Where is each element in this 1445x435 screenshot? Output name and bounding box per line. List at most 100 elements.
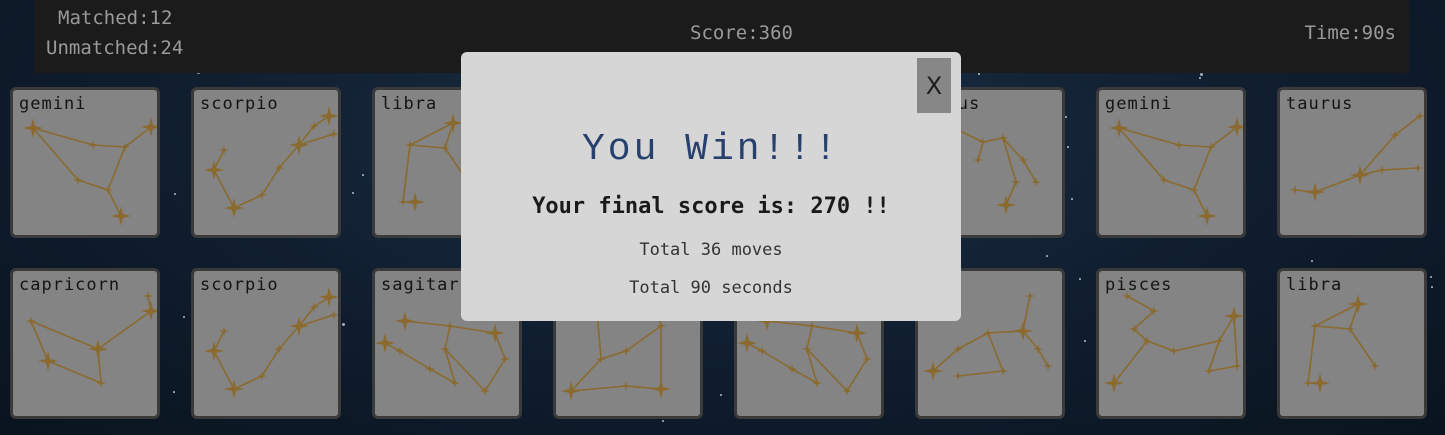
constellation-line xyxy=(1193,189,1208,217)
background-star xyxy=(352,192,354,194)
constellation-star xyxy=(1370,361,1380,371)
constellation-line xyxy=(107,146,126,191)
constellation-star xyxy=(621,346,631,356)
constellation-line xyxy=(77,179,109,191)
constellation-line xyxy=(261,348,280,377)
constellation-star xyxy=(395,346,405,356)
constellation-line xyxy=(625,325,662,352)
time-display: Time:90s xyxy=(1304,22,1396,44)
win-title: You Win!!! xyxy=(581,128,841,171)
zodiac-card[interactable]: capricorn xyxy=(10,268,160,419)
constellation-star xyxy=(1310,321,1320,331)
total-moves-text: Total 36 moves xyxy=(639,240,783,260)
constellation-star xyxy=(445,321,455,331)
constellation-line xyxy=(1133,310,1155,330)
card-label: capricorn xyxy=(19,275,121,295)
constellation-line xyxy=(484,358,506,392)
constellation-star xyxy=(996,195,1016,215)
constellation-star xyxy=(111,206,131,226)
constellation-line xyxy=(409,144,446,149)
constellation-line xyxy=(1163,179,1195,191)
constellation-line xyxy=(1210,126,1238,148)
constellation-line xyxy=(32,127,79,181)
background-star xyxy=(978,73,980,75)
final-score-text: Your final score is: 270 !! xyxy=(532,194,890,219)
constellation-line xyxy=(444,325,451,350)
constellation-line xyxy=(570,358,602,392)
score-display: Score:360 xyxy=(690,22,793,44)
zodiac-card[interactable]: gemini xyxy=(1096,87,1246,238)
constellation-star xyxy=(319,287,338,307)
constellation-line xyxy=(932,348,959,372)
constellation-star xyxy=(141,117,157,137)
constellation-line xyxy=(399,350,431,370)
constellation-line xyxy=(1394,115,1421,136)
background-star xyxy=(1199,77,1201,79)
constellation-star xyxy=(847,323,867,343)
constellation-line xyxy=(957,129,984,143)
zodiac-card[interactable]: scorpio xyxy=(191,268,341,419)
constellation-star xyxy=(425,364,435,374)
constellation-line xyxy=(977,141,984,161)
constellation-line xyxy=(107,189,122,217)
constellation-line xyxy=(213,350,235,390)
constellation-star xyxy=(26,316,36,326)
constellation-star xyxy=(1031,177,1041,187)
constellation-star xyxy=(1197,206,1217,226)
constellation-line xyxy=(1126,295,1155,312)
card-label: taurus xyxy=(1286,94,1354,114)
zodiac-card[interactable]: scorpio xyxy=(191,87,341,238)
constellation-star xyxy=(1174,140,1184,150)
background-star xyxy=(1071,198,1073,200)
constellation-star xyxy=(1348,294,1368,314)
constellation-line xyxy=(1133,328,1148,342)
card-label: gemini xyxy=(1105,94,1173,114)
constellation-star xyxy=(1043,361,1053,371)
constellation-star xyxy=(1345,324,1355,334)
constellation-star xyxy=(204,160,224,180)
card-label: scorpio xyxy=(200,275,279,295)
background-star xyxy=(662,420,664,422)
constellation-star xyxy=(998,366,1008,376)
constellation-star xyxy=(812,378,822,388)
constellation-star xyxy=(953,371,963,381)
constellation-star xyxy=(1104,373,1124,393)
constellation-line xyxy=(97,310,152,350)
constellation-star xyxy=(96,378,106,388)
constellation-line xyxy=(278,325,300,350)
constellation-star xyxy=(787,364,797,374)
constellation-star xyxy=(621,381,631,391)
constellation-star xyxy=(656,321,666,331)
constellation-line xyxy=(957,370,1004,377)
background-star xyxy=(1046,255,1048,257)
zodiac-card[interactable]: taurus xyxy=(1277,87,1427,238)
background-star xyxy=(1311,260,1313,262)
constellation-line xyxy=(1218,315,1235,342)
constellation-star xyxy=(443,113,463,133)
zodiac-card[interactable]: gemini xyxy=(10,87,160,238)
constellation-star xyxy=(143,291,153,301)
close-button[interactable]: X xyxy=(917,58,951,113)
zodiac-card[interactable]: libra xyxy=(1277,268,1427,419)
constellation-star xyxy=(1224,306,1243,326)
constellation-star xyxy=(103,185,113,195)
constellation-star xyxy=(329,129,338,139)
constellation-star xyxy=(88,339,108,359)
constellation-line xyxy=(1208,365,1238,372)
constellation-star xyxy=(224,379,244,399)
zodiac-card[interactable]: pisces xyxy=(1096,268,1246,419)
constellation-star xyxy=(737,333,757,353)
constellation-line xyxy=(1022,159,1037,183)
constellation-star xyxy=(319,106,338,126)
constellation-star xyxy=(862,354,872,364)
constellation-line xyxy=(261,167,280,196)
background-star xyxy=(1431,286,1433,288)
win-dialog: X You Win!!! Your final score is: 270 !!… xyxy=(461,52,961,321)
background-star xyxy=(1200,73,1203,76)
constellation-star xyxy=(257,190,267,200)
constellation-line xyxy=(124,126,152,148)
constellation-line xyxy=(1193,146,1212,191)
background-star xyxy=(362,174,364,176)
constellation-line xyxy=(1314,325,1351,330)
constellation-star xyxy=(1227,117,1243,137)
